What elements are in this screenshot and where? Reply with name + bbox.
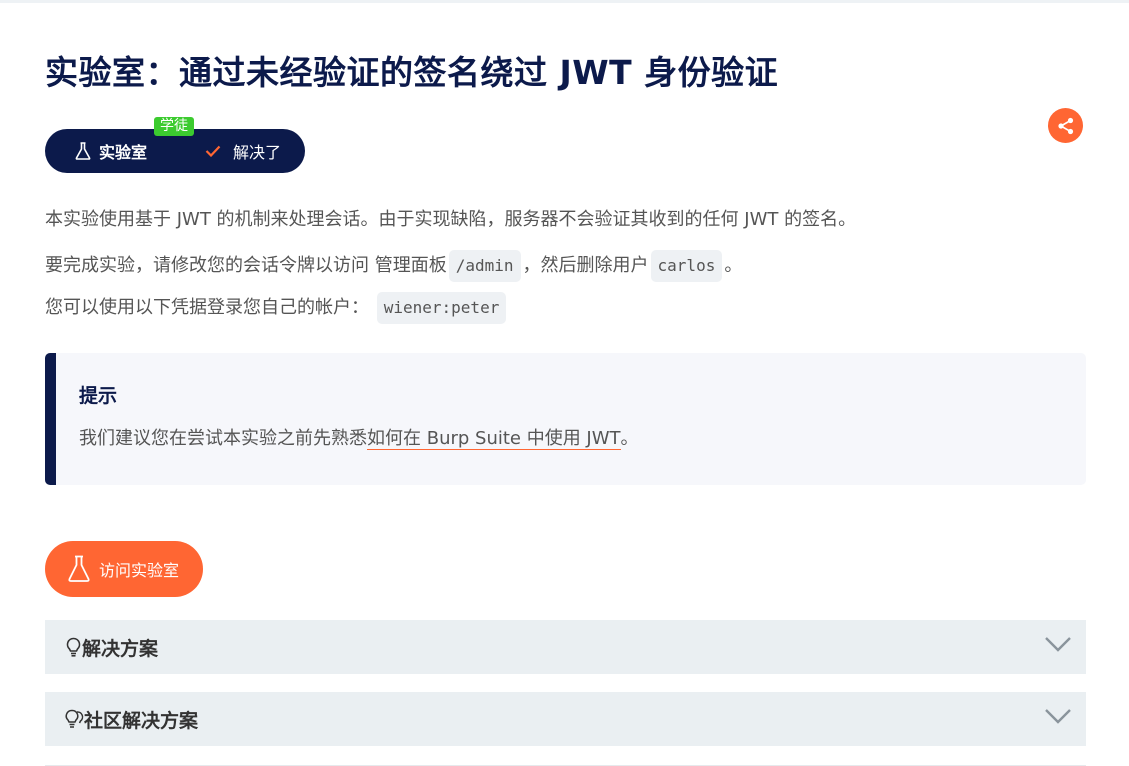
text: 我们建议您在尝试本实验之前先熟悉	[79, 428, 367, 449]
share-button[interactable]	[1048, 108, 1083, 143]
text: 。	[724, 255, 743, 276]
flask-icon	[75, 142, 91, 160]
text: 要完成实验，请修改您的会话令牌以访问 管理面板	[45, 255, 447, 276]
page-title: 实验室：通过未经验证的签名绕过 JWT 身份验证	[45, 53, 779, 92]
text: 您可以使用以下凭据登录您自己的帐户：	[45, 297, 369, 318]
jwt-burp-link[interactable]: 如何在 Burp Suite 中使用 JWT	[367, 428, 621, 450]
hint-text: 我们建议您在尝试本实验之前先熟悉如何在 Burp Suite 中使用 JWT。	[79, 424, 639, 450]
access-lab-button[interactable]: 访问实验室	[45, 541, 203, 597]
solution-accordion-label: 解决方案	[82, 637, 159, 660]
community-solutions-accordion[interactable]: 社区解决方案	[45, 692, 1086, 746]
description-paragraph-3: 您可以使用以下凭据登录您自己的帐户： wiener:peter	[45, 292, 508, 324]
chevron-down-icon	[1045, 637, 1071, 652]
double-lightbulb-icon	[65, 709, 84, 728]
solved-status: 解决了	[205, 139, 281, 163]
hint-box: 提示 我们建议您在尝试本实验之前先熟悉如何在 Burp Suite 中使用 JW…	[45, 353, 1086, 485]
lab-type: 实验室	[45, 139, 205, 163]
access-lab-label: 访问实验室	[99, 561, 180, 580]
description-paragraph-1: 本实验使用基于 JWT 的机制来处理会话。由于实现缺陷，服务器不会验证其收到的任…	[45, 209, 857, 230]
chevron-down-icon	[1045, 709, 1071, 724]
text: 。	[620, 428, 639, 449]
level-badge: 学徒	[154, 117, 194, 136]
hint-title: 提示	[79, 385, 118, 407]
lightbulb-icon	[66, 637, 81, 657]
checkmark-icon	[205, 145, 221, 157]
text: ，然后删除用户	[522, 255, 649, 276]
community-solutions-label: 社区解决方案	[84, 709, 199, 732]
solution-accordion[interactable]: 解决方案	[45, 620, 1086, 674]
solved-label: 解决了	[233, 143, 282, 162]
username-code: carlos	[650, 250, 723, 282]
description-paragraph-2: 要完成实验，请修改您的会话令牌以访问 管理面板/admin ，然后删除用户 carl…	[45, 250, 742, 282]
flask-icon	[68, 555, 90, 582]
share-icon	[1057, 117, 1073, 134]
lab-type-label: 实验室	[99, 143, 148, 162]
hint-accent-bar	[45, 353, 56, 485]
admin-path-code: /admin	[448, 250, 521, 282]
credentials-code: wiener:peter	[376, 292, 507, 324]
top-border	[0, 0, 1129, 3]
